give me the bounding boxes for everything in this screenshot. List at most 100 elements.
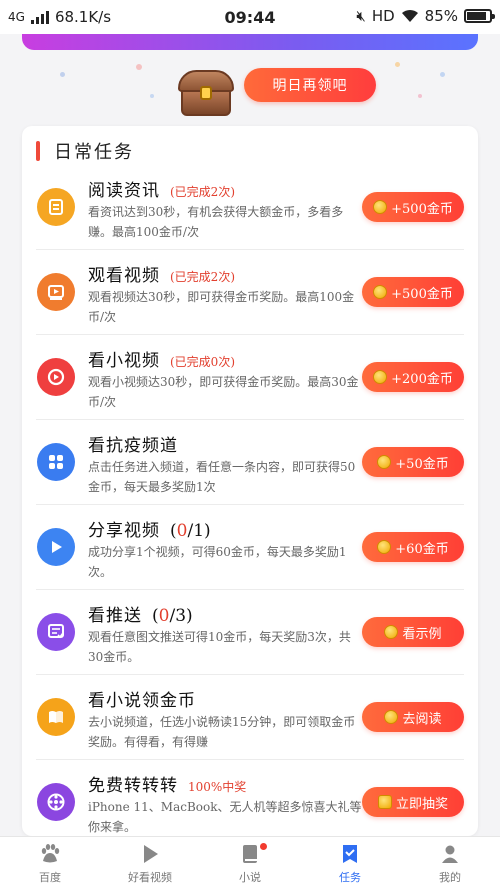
reward-area: 明日再领吧: [0, 50, 500, 120]
baidu-paw-icon: [38, 842, 62, 866]
tab-mine[interactable]: 我的: [400, 837, 500, 889]
task-description: iPhone 11、MacBook、无人机等超多惊喜大礼等你来拿。: [88, 800, 362, 834]
task-description: 去小说频道，任选小说畅读15分钟，即可领取金币奖励。有得看，有得赚: [88, 715, 356, 749]
task-button-label: 去阅读: [402, 711, 442, 727]
divider: [36, 504, 464, 505]
tab-baidu[interactable]: 百度: [0, 837, 100, 889]
task-title-row: 看抗疫频道: [88, 431, 178, 456]
tab-label: 任务: [339, 870, 361, 884]
tab-label: 好看视频: [128, 870, 172, 884]
sparkle-decoration: [60, 72, 65, 77]
task-progress: (0/3): [152, 606, 193, 626]
tab-tasks[interactable]: 任务: [300, 837, 400, 889]
task-status: (已完成2次): [170, 270, 235, 284]
sparkle-decoration: [150, 94, 154, 98]
task-title-row: 阅读资讯 (已完成2次): [88, 176, 235, 201]
task-button-label: 看示例: [402, 626, 442, 642]
task-title-row: 分享视频 (0/1): [88, 516, 211, 541]
play-icon: [138, 842, 162, 866]
task-reward-button[interactable]: +50金币: [362, 447, 464, 477]
tab-haokan-video[interactable]: 好看视频: [100, 837, 200, 889]
coin-icon: [373, 200, 388, 214]
progress-done: 0: [176, 521, 188, 541]
battery-percent: 85%: [424, 7, 458, 25]
divider: [36, 674, 464, 675]
task-reward-button[interactable]: +500金币: [362, 277, 464, 307]
divider: [36, 759, 464, 760]
coin-icon: [373, 285, 388, 299]
sparkle-decoration: [136, 64, 142, 70]
task-reward-button[interactable]: +60金币: [362, 532, 464, 562]
task-title: 阅读资讯: [88, 181, 160, 201]
play-icon: [37, 528, 75, 566]
go-read-button[interactable]: 去阅读: [362, 702, 464, 732]
task-title: 观看视频: [88, 266, 160, 286]
mute-icon: 🔇︎: [356, 7, 366, 25]
task-title: 看推送: [88, 606, 142, 626]
view-example-button[interactable]: 看示例: [362, 617, 464, 647]
task-row-push[interactable]: 看推送 (0/3) 观看任意图文推送可得10金币，每天奖励3次，共30金币。 看…: [22, 591, 478, 675]
task-status: (已完成2次): [170, 185, 235, 199]
draw-now-button[interactable]: 立即抽奖: [362, 787, 464, 817]
task-title-row: 观看视频 (已完成2次): [88, 261, 235, 286]
progress-total: /3: [169, 606, 187, 626]
sparkle-decoration: [418, 94, 422, 98]
top-banner-edge[interactable]: [22, 34, 478, 50]
task-status: 100%中奖: [188, 780, 247, 794]
task-title-row: 看推送 (0/3): [88, 601, 193, 626]
book-icon: [37, 698, 75, 736]
task-reward-button[interactable]: +200金币: [362, 362, 464, 392]
divider: [36, 249, 464, 250]
task-description: 观看视频达30秒，即可获得金币奖励。最高100金币/次: [88, 290, 355, 324]
gift-icon: [377, 795, 392, 809]
bottom-tab-bar: 百度 好看视频 小说 任务 我的: [0, 836, 500, 889]
tab-novel[interactable]: 小说: [200, 837, 300, 889]
task-description: 点击任务进入频道，看任意一条内容，即可获得50金币，每天最多奖励1次: [88, 460, 356, 494]
task-title: 看抗疫频道: [88, 436, 178, 456]
book-icon: [238, 842, 262, 866]
task-row-read-news[interactable]: 阅读资讯 (已完成2次) 看资讯达到30秒，有机会获得大额金币，多看多赚。最高1…: [22, 166, 478, 250]
task-button-label: +200金币: [391, 371, 453, 387]
coin-icon: [384, 710, 399, 724]
video-icon: [37, 273, 75, 311]
task-title-row: 免费转转转 100%中奖: [88, 771, 246, 796]
task-description: 观看小视频达30秒，即可获得金币奖励。最高30金币/次: [88, 375, 359, 409]
task-row-share-video[interactable]: 分享视频 (0/1) 成功分享1个视频，可得60金币，每天最多奖励1次。 +60…: [22, 506, 478, 590]
task-reward-button[interactable]: +500金币: [362, 192, 464, 222]
battery-icon: [464, 9, 495, 23]
task-progress: (0/1): [170, 521, 211, 541]
treasure-chest-icon[interactable]: [178, 70, 234, 118]
wifi-icon: [401, 9, 418, 22]
divider: [36, 334, 464, 335]
user-icon: [438, 842, 462, 866]
status-right: 🔇︎ HD 85%: [356, 7, 495, 25]
tab-label: 我的: [439, 870, 461, 884]
progress-total: /1: [187, 521, 205, 541]
task-row-watch-video[interactable]: 观看视频 (已完成2次) 观看视频达30秒，即可获得金币奖励。最高100金币/次…: [22, 251, 478, 335]
message-icon: [37, 613, 75, 651]
hd-label: HD: [371, 7, 395, 25]
task-row-lucky-wheel[interactable]: 免费转转转 100%中奖 iPhone 11、MacBook、无人机等超多惊喜大…: [22, 761, 478, 836]
header-accent-bar: [36, 141, 40, 161]
grid-icon: [37, 443, 75, 481]
sparkle-decoration: [440, 72, 445, 77]
task-description: 观看任意图文推送可得10金币，每天奖励3次，共30金币。: [88, 630, 351, 664]
coin-icon: [384, 625, 399, 639]
task-title: 看小视频: [88, 351, 160, 371]
claim-tomorrow-button[interactable]: 明日再领吧: [244, 68, 376, 102]
task-row-short-video[interactable]: 看小视频 (已完成0次) 观看小视频达30秒，即可获得金币奖励。最高30金币/次…: [22, 336, 478, 420]
task-button-label: 立即抽奖: [395, 796, 448, 812]
wheel-icon: [37, 783, 75, 821]
task-description: 看资讯达到30秒，有机会获得大额金币，多看多赚。最高100金币/次: [88, 205, 344, 239]
task-title-row: 看小视频 (已完成0次): [88, 346, 235, 371]
task-status: (已完成0次): [170, 355, 235, 369]
tab-label: 小说: [239, 870, 261, 884]
coin-icon: [373, 370, 388, 384]
task-button-label: +500金币: [391, 201, 453, 217]
coin-icon: [377, 540, 392, 554]
notification-dot: [260, 843, 267, 850]
divider: [36, 589, 464, 590]
task-row-novel[interactable]: 看小说领金币 去小说频道，任选小说畅读15分钟，即可领取金币奖励。有得看，有得赚…: [22, 676, 478, 760]
task-row-epidemic-channel[interactable]: 看抗疫频道 点击任务进入频道，看任意一条内容，即可获得50金币，每天最多奖励1次…: [22, 421, 478, 505]
task-title: 免费转转转: [88, 776, 178, 796]
